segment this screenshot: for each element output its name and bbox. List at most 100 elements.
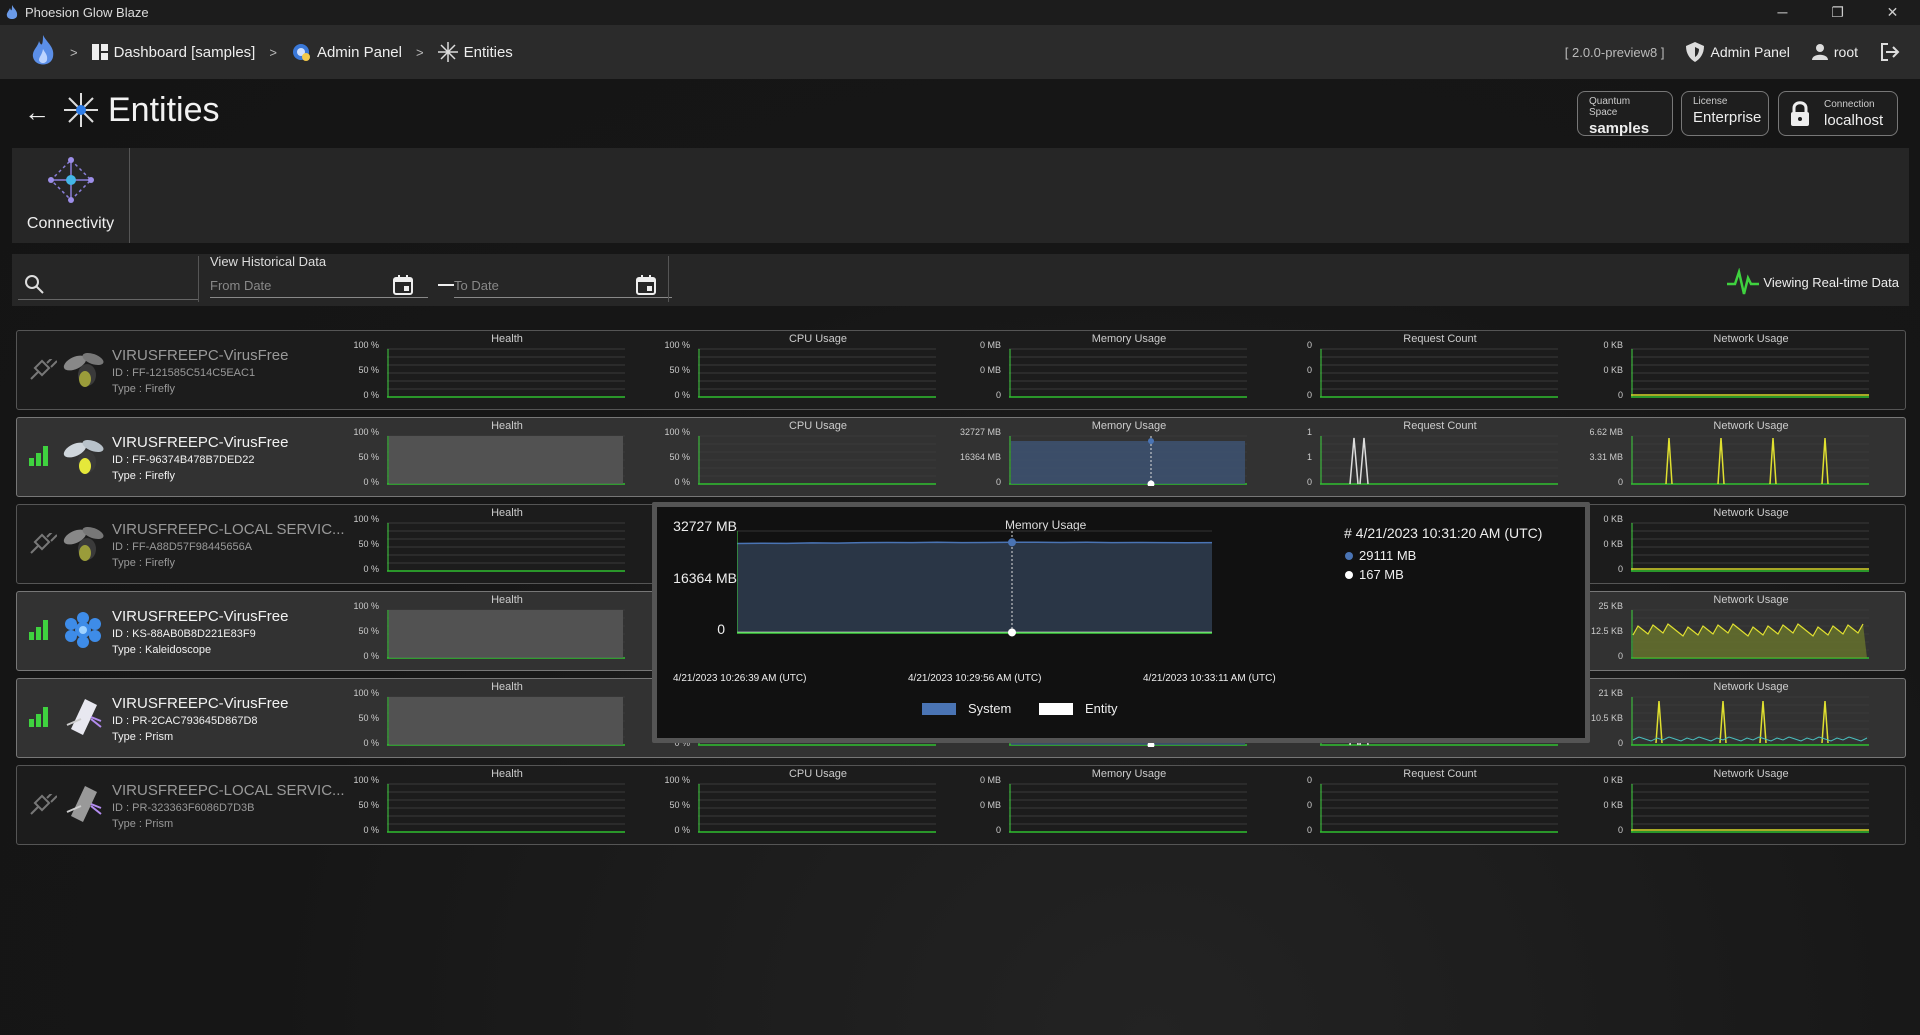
y-tick: 0 % — [674, 477, 690, 487]
entity-name[interactable]: VIRUSFREEPC-LOCAL SERVIC... — [112, 782, 345, 799]
connection-chip[interactable]: Connection localhost — [1778, 91, 1898, 136]
request-count-chart[interactable]: Request Count 0 0 0 — [1250, 331, 1560, 411]
entity-name[interactable]: VIRUSFREEPC-VirusFree — [112, 608, 288, 625]
tooltip-entity-value: 167 MB — [1359, 567, 1404, 582]
mini-chart-plot — [387, 783, 625, 833]
entity-dot-icon — [1345, 570, 1353, 579]
realtime-indicator[interactable]: Viewing Real-time Data — [1727, 268, 1899, 296]
y-tick: 50 % — [358, 365, 379, 375]
health-chart[interactable]: Health 100 % 50 % 0 % — [317, 505, 627, 585]
user-menu[interactable]: root — [1811, 44, 1858, 60]
connectivity-tool-button[interactable]: Connectivity — [12, 148, 130, 243]
network-usage-chart[interactable]: Network Usage 0 KB 0 KB 0 — [1561, 766, 1871, 846]
health-chart[interactable]: Health 100 % 50 % 0 % — [317, 766, 627, 846]
mini-chart-plot — [1320, 783, 1558, 833]
calendar-icon[interactable] — [392, 274, 414, 296]
entity-id: ID : PR-323363F6086D7D3B — [112, 802, 255, 814]
close-button[interactable]: ✕ — [1865, 0, 1920, 25]
health-chart[interactable]: Health 100 % 50 % 0 % — [317, 331, 627, 411]
memory-usage-chart[interactable]: Memory Usage 0 MB 0 MB 0 — [939, 331, 1249, 411]
y-tick: 50 % — [358, 452, 379, 462]
y-tick: 100 % — [353, 601, 379, 611]
mini-chart-plot — [1009, 435, 1247, 486]
divider — [668, 256, 669, 302]
memory-usage-chart[interactable]: Memory Usage 32727 MB 16364 MB 0 — [939, 418, 1249, 498]
entity-name[interactable]: VIRUSFREEPC-LOCAL SERVIC... — [112, 521, 345, 538]
cpu-usage-chart[interactable]: CPU Usage 100 % 50 % 0 % — [628, 418, 938, 498]
entity-row[interactable]: VIRUSFREEPC-VirusFree ID : FF-96374B478B7… — [16, 417, 1906, 497]
breadcrumb-dashboard[interactable]: Dashboard [samples] — [91, 44, 255, 61]
realtime-label: Viewing Real-time Data — [1763, 274, 1899, 290]
calendar-icon[interactable] — [635, 274, 657, 296]
prism-icon — [66, 699, 102, 735]
cpu-usage-chart[interactable]: CPU Usage 100 % 50 % 0 % — [628, 331, 938, 411]
disconnected-plug-icon — [30, 794, 57, 815]
y-tick: 0 KB — [1603, 775, 1623, 785]
cpu-usage-chart[interactable]: CPU Usage 100 % 50 % 0 % — [628, 766, 938, 846]
breadcrumb-admin-panel[interactable]: Admin Panel — [291, 42, 402, 62]
legend-system[interactable]: System — [922, 701, 1011, 716]
top-navbar: > Dashboard [samples] > Admin Panel > En… — [0, 25, 1920, 79]
y-tick: 0 — [995, 825, 1001, 835]
admin-panel-link[interactable]: Admin Panel — [1686, 42, 1790, 62]
network-usage-chart[interactable]: Network Usage 0 KB 0 KB 0 — [1561, 331, 1871, 411]
network-usage-chart[interactable]: Network Usage 21 KB 10.5 KB 0 — [1561, 679, 1871, 759]
chart-title: Network Usage — [1713, 333, 1789, 345]
network-usage-chart[interactable]: Network Usage 25 KB 12.5 KB 0 — [1561, 592, 1871, 672]
y-tick: 100 % — [664, 340, 690, 350]
request-count-chart[interactable]: Request Count 1 1 0 — [1250, 418, 1560, 498]
health-chart[interactable]: Health 100 % 50 % 0 % — [317, 418, 627, 498]
tooltip-system-row: 29111 MB — [1345, 548, 1416, 563]
mini-chart-plot — [698, 435, 936, 485]
y-tick: 0 MB — [979, 340, 1001, 350]
network-usage-chart[interactable]: Network Usage 0 KB 0 KB 0 — [1561, 505, 1871, 585]
entity-type: Type : Prism — [112, 731, 174, 743]
breadcrumb-entities[interactable]: Entities — [437, 42, 513, 62]
entity-row[interactable]: VIRUSFREEPC-LOCAL SERVIC... ID : PR-32336… — [16, 765, 1906, 845]
logout-icon[interactable] — [1880, 43, 1900, 61]
y-tick: 100 % — [353, 427, 379, 437]
breadcrumb-separator: > — [416, 44, 424, 60]
flame-app-icon — [6, 4, 18, 19]
back-arrow-icon[interactable]: ← — [24, 97, 50, 128]
entity-id: ID : FF-96374B478B7DED22 — [112, 454, 255, 466]
legend-entity[interactable]: Entity — [1039, 701, 1118, 716]
chart-title: Health — [491, 333, 523, 345]
health-chart[interactable]: Health 100 % 50 % 0 % — [317, 679, 627, 759]
chart-title: Network Usage — [1713, 681, 1789, 693]
license-chip[interactable]: License Enterprise — [1681, 91, 1769, 136]
home-flame-icon[interactable] — [30, 35, 56, 69]
y-tick: 0 — [1617, 825, 1623, 835]
entity-name[interactable]: VIRUSFREEPC-VirusFree — [112, 434, 288, 451]
version-label: [ 2.0.0-preview8 ] — [1564, 44, 1665, 60]
y-tick: 0 % — [363, 564, 379, 574]
y-tick: 1 — [1306, 452, 1312, 462]
tools-panel: Connectivity — [12, 148, 1909, 243]
y-tick: 50 % — [669, 365, 690, 375]
system-swatch — [922, 702, 956, 715]
tooltip-entity-row: 167 MB — [1345, 567, 1404, 582]
signal-bars-icon — [29, 446, 48, 466]
network-usage-chart[interactable]: Network Usage 6.62 MB 3.31 MB 0 — [1561, 418, 1871, 498]
entity-type: Type : Firefly — [112, 557, 175, 569]
entity-name[interactable]: VIRUSFREEPC-VirusFree — [112, 695, 288, 712]
popup-chart-plot[interactable] — [737, 527, 1212, 637]
health-chart[interactable]: Health 100 % 50 % 0 % — [317, 592, 627, 672]
y-tick: 50 % — [669, 800, 690, 810]
y-tick: 0 — [995, 390, 1001, 400]
restore-button[interactable]: ❐ — [1810, 0, 1865, 25]
chart-title: Memory Usage — [1091, 420, 1167, 432]
entity-row[interactable]: VIRUSFREEPC-VirusFree ID : FF-121585C514C… — [16, 330, 1906, 410]
entity-name[interactable]: VIRUSFREEPC-VirusFree — [112, 347, 288, 364]
quantum-space-chip[interactable]: Quantum Space samples — [1577, 91, 1673, 137]
memory-usage-chart[interactable]: Memory Usage 0 MB 0 MB 0 — [939, 766, 1249, 846]
breadcrumb-entities-label: Entities — [463, 43, 513, 61]
mini-chart-plot — [387, 609, 625, 659]
request-count-chart[interactable]: Request Count 0 0 0 — [1250, 766, 1560, 846]
minimize-button[interactable]: ─ — [1755, 0, 1810, 25]
search-input[interactable] — [18, 264, 198, 300]
connection-value: localhost — [1824, 111, 1884, 129]
breadcrumb-separator: > — [269, 44, 277, 60]
system-area — [737, 542, 1212, 633]
y-tick: 0 KB — [1603, 340, 1623, 350]
